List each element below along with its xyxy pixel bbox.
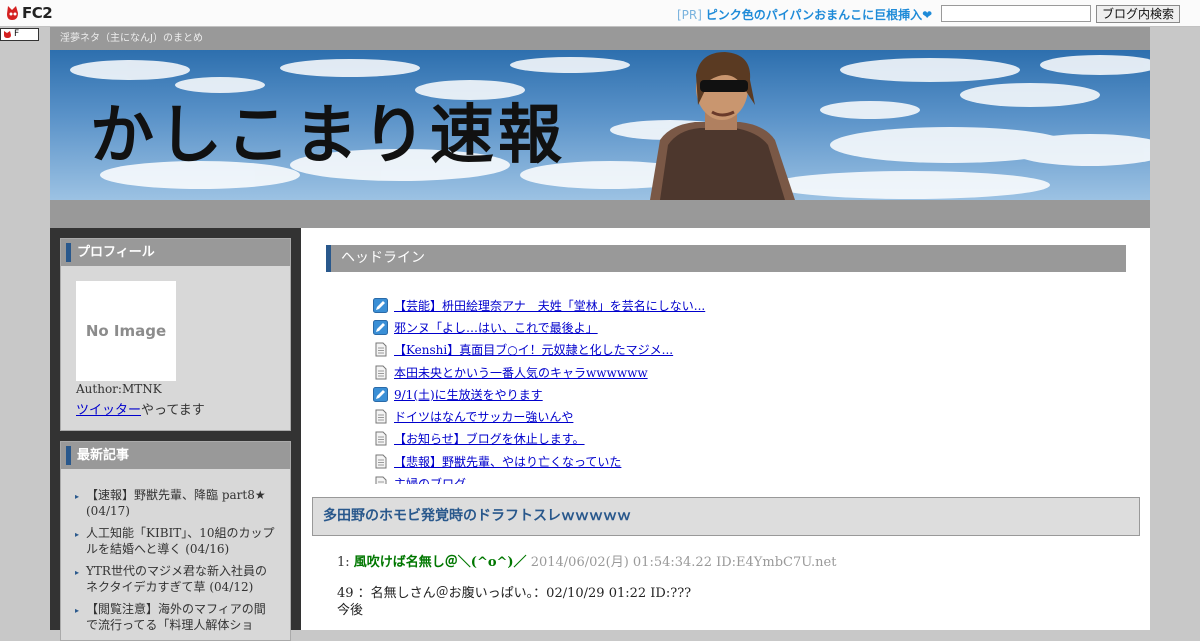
profile-twitter-line: ツイッターやってます <box>76 399 205 418</box>
twitter-suffix: やってます <box>141 403 205 418</box>
tag-badge-label: F <box>14 29 20 39</box>
blog-header-banner[interactable]: かしこまり速報 <box>50 50 1150 200</box>
profile-author: Author:MTNK <box>76 382 162 396</box>
headline-link[interactable]: 本田未央とかいう一番人気のキャラwwwwww <box>394 364 648 381</box>
profile-box: プロフィール No Image Author:MTNK ツイッターやってます <box>60 238 291 431</box>
headline-link[interactable]: 【Kenshi】真面目ブ○イ！元奴隷と化したマジメ... <box>394 341 673 358</box>
headline-item[interactable]: 【お知らせ】ブログを休止します。 <box>373 428 973 450</box>
headline-link[interactable]: 主婦のブログ <box>394 475 466 484</box>
recent-posts-list: ▸ 【速報】野獣先輩、降臨 part8★ (04/17) ▸ 人工知能「KIBIT」… <box>71 487 276 639</box>
headline-item[interactable]: 本田未央とかいう一番人気のキャラwwwwww <box>373 361 973 383</box>
recent-post-link[interactable]: 【閲覧注意】海外のマフィアの間で流行ってる「料理人解体ショ <box>86 602 266 632</box>
document-icon <box>373 454 394 469</box>
fc2-fox-icon <box>6 5 20 21</box>
document-icon <box>373 342 394 357</box>
headline-title: ヘッドライン <box>326 245 1126 272</box>
fc2-logo[interactable]: FC2 <box>6 4 53 22</box>
headline-item[interactable]: 9/1(土)に生放送をやります <box>373 383 973 405</box>
recent-post-link[interactable]: 【速報】野獣先輩、降臨 part8★ (04/17) <box>86 488 266 518</box>
headline-link[interactable]: 9/1(土)に生放送をやります <box>394 386 543 403</box>
main-content: ヘッドライン 【芸能】枡田絵理奈アナ 夫姓「堂林」を芸名にしない... 邪ンヌ「よ… <box>301 228 1150 630</box>
recent-post-item[interactable]: ▸ YTR世代のマジメ君な新入社員のネクタイデカすぎて草 (04/12) <box>71 563 276 595</box>
nav-bar <box>50 200 1150 228</box>
document-icon <box>373 409 394 424</box>
bullet-icon: ▸ <box>75 606 80 615</box>
recent-post-link[interactable]: 人工知能「KIBIT」、10組のカップルを結婚へと導く (04/16) <box>86 526 275 556</box>
post-number: 1: <box>337 555 350 570</box>
headline-item[interactable]: 主婦のブログ <box>373 472 973 484</box>
blog-tagline: 淫夢ネタ（主になんJ）のまとめ <box>50 27 1150 50</box>
blog-pen-icon <box>373 319 394 335</box>
post-title[interactable]: 多田野のホモビ発覚時のドラフトスレｗｗｗｗｗ <box>312 497 1140 536</box>
fc2-top-bar: FC2 [PR] ピンク色のパイパンおまんこに巨根挿入❤ ブログ内検索 <box>0 0 1200 27</box>
blog-wrapper: 淫夢ネタ（主になんJ）のまとめ かしこまり速報 プロフィール No Image … <box>50 27 1150 641</box>
recent-posts-box: 最新記事 ▸ 【速報】野獣先輩、降臨 part8★ (04/17) ▸ 人工知能「K… <box>60 441 291 641</box>
document-icon <box>373 431 394 446</box>
headline-item[interactable]: ドイツはなんでサッカー強いんや <box>373 405 973 427</box>
recent-post-item[interactable]: ▸ 【閲覧注意】海外のマフィアの間で流行ってる「料理人解体ショ <box>71 601 276 633</box>
headline-item[interactable]: 【Kenshi】真面目ブ○イ！元奴隷と化したマジメ... <box>373 339 973 361</box>
post-meta: 1: 風吹けば名無し＠＼(^o^)／ 2014/06/02(月) 01:54:3… <box>337 551 836 570</box>
post-date-id: 2014/06/02(月) 01:54:34.22 ID:E4YmbC7U.ne… <box>530 555 837 570</box>
headline-link[interactable]: 【お知らせ】ブログを休止します。 <box>394 430 585 447</box>
profile-avatar: No Image <box>76 281 176 381</box>
recent-post-item[interactable]: ▸ 【速報】野獣先輩、降臨 part8★ (04/17) <box>71 487 276 519</box>
blog-search-input[interactable] <box>941 5 1091 22</box>
headline-item[interactable]: 【芸能】枡田絵理奈アナ 夫姓「堂林」を芸名にしない... <box>373 294 973 316</box>
bullet-icon: ▸ <box>75 568 80 577</box>
pr-ad: [PR] ピンク色のパイパンおまんこに巨根挿入❤ <box>677 6 932 23</box>
bullet-icon: ▸ <box>75 530 80 539</box>
twitter-link[interactable]: ツイッター <box>76 403 141 418</box>
post-author-name: 風吹けば名無し＠＼(^o^)／ <box>353 555 527 570</box>
no-image-label: No Image <box>85 322 167 340</box>
pr-ad-link[interactable]: ピンク色のパイパンおまんこに巨根挿入❤ <box>706 8 932 22</box>
blog-pen-icon <box>373 297 394 313</box>
blog-search-button[interactable]: ブログ内検索 <box>1096 5 1180 23</box>
fc2-fox-icon <box>4 31 11 38</box>
recent-post-link[interactable]: YTR世代のマジメ君な新入社員のネクタイデカすぎて草 (04/12) <box>86 564 267 594</box>
headline-link[interactable]: 【芸能】枡田絵理奈アナ 夫姓「堂林」を芸名にしない... <box>394 297 705 314</box>
blog-tagline-text: 淫夢ネタ（主になんJ）のまとめ <box>60 33 203 44</box>
document-icon <box>373 365 394 380</box>
headline-item[interactable]: 【悲報】野獣先輩、やはり亡くなっていた <box>373 450 973 472</box>
blog-pen-icon <box>373 386 394 402</box>
document-icon <box>373 476 394 484</box>
sidebar: プロフィール No Image Author:MTNK ツイッターやってます 最… <box>50 228 301 641</box>
post-body: 49 ：名無しさん＠お腹いっぱい。：02/10/29 01:22 ID:??? … <box>337 585 691 619</box>
headline-link[interactable]: 邪ンヌ「よし…はい、これで最後よ」 <box>394 319 598 336</box>
post-body-line: 今後 <box>337 603 364 618</box>
recent-posts-title: 最新記事 <box>61 442 290 469</box>
fc2-logo-text: FC2 <box>22 4 53 22</box>
post-body-line: 49 ：名無しさん＠お腹いっぱい。：02/10/29 01:22 ID:??? <box>337 586 692 601</box>
headline-link[interactable]: 【悲報】野獣先輩、やはり亡くなっていた <box>394 453 621 470</box>
recent-post-item[interactable]: ▸ 人工知能「KIBIT」、10組のカップルを結婚へと導く (04/16) <box>71 525 276 557</box>
pr-tag: [PR] <box>677 8 702 22</box>
tag-badge[interactable]: F <box>0 28 39 41</box>
headline-list: 【芸能】枡田絵理奈アナ 夫姓「堂林」を芸名にしない... 邪ンヌ「よし…はい、これ… <box>373 294 973 484</box>
bullet-icon: ▸ <box>75 492 80 501</box>
blog-title: かしこまり速報 <box>90 98 566 173</box>
headline-item[interactable]: 邪ンヌ「よし…はい、これで最後よ」 <box>373 316 973 338</box>
headline-link[interactable]: ドイツはなんでサッカー強いんや <box>394 408 573 425</box>
profile-title: プロフィール <box>61 239 290 266</box>
